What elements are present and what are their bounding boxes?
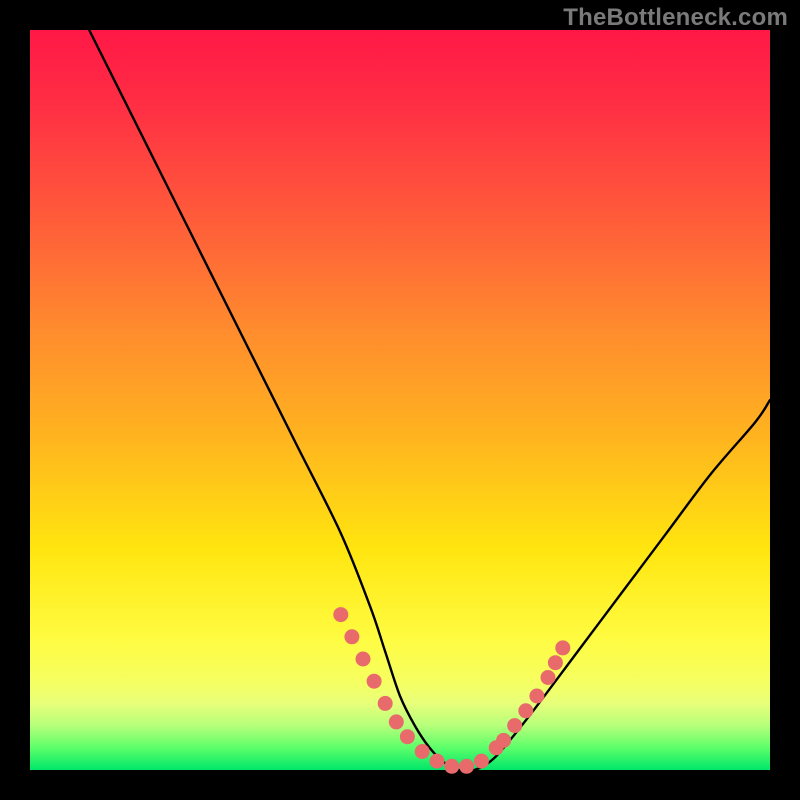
highlight-dot bbox=[430, 754, 445, 769]
bottleneck-curve bbox=[89, 30, 770, 771]
highlight-dot bbox=[378, 696, 393, 711]
chart-frame: TheBottleneck.com bbox=[0, 0, 800, 800]
highlight-dot bbox=[529, 689, 544, 704]
highlight-dot bbox=[548, 655, 563, 670]
plot-area bbox=[30, 30, 770, 770]
highlight-dot bbox=[474, 754, 489, 769]
highlight-dot bbox=[444, 759, 459, 774]
highlight-dot bbox=[555, 640, 570, 655]
highlight-dot bbox=[459, 759, 474, 774]
highlight-dot bbox=[367, 674, 382, 689]
highlight-dot bbox=[333, 607, 348, 622]
highlight-dot bbox=[518, 703, 533, 718]
chart-svg bbox=[30, 30, 770, 770]
highlight-dot bbox=[507, 718, 522, 733]
highlight-dot bbox=[415, 744, 430, 759]
highlight-dot bbox=[400, 729, 415, 744]
highlight-dot bbox=[496, 733, 511, 748]
highlight-dots bbox=[333, 607, 570, 774]
highlight-dot bbox=[541, 670, 556, 685]
watermark-text: TheBottleneck.com bbox=[563, 4, 788, 32]
highlight-dot bbox=[356, 652, 371, 667]
highlight-dot bbox=[389, 714, 404, 729]
highlight-dot bbox=[344, 629, 359, 644]
